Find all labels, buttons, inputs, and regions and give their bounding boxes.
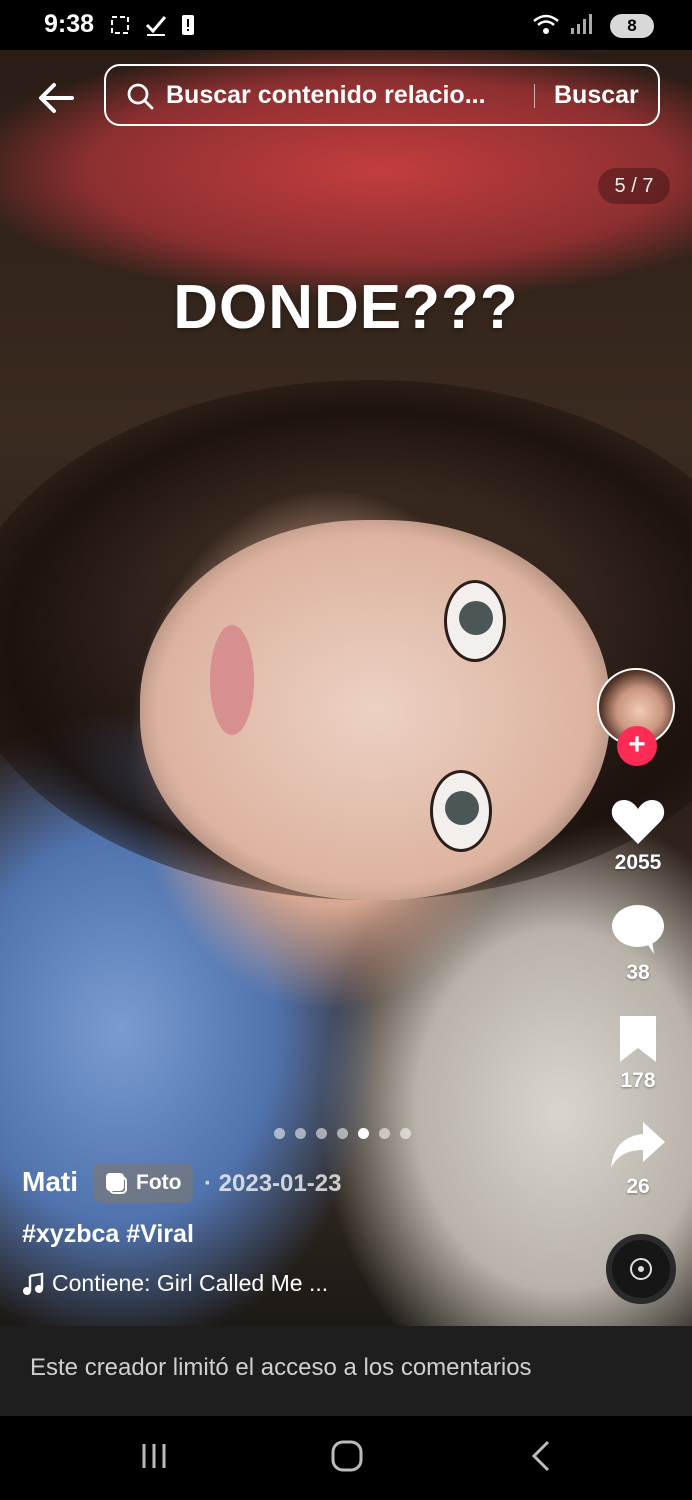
pagination-dot (400, 1128, 411, 1139)
photo-pagination (274, 1128, 411, 1139)
search-icon (127, 83, 154, 110)
comments-notice-text: Este creador limitó el acceso a los come… (30, 1354, 532, 1381)
pagination-dot (337, 1128, 348, 1139)
music-title: Contiene: Girl Called Me ... (52, 1270, 329, 1296)
bookmark-icon (620, 1016, 656, 1062)
share-action[interactable]: 26 (598, 1120, 678, 1199)
comment-count: 38 (626, 961, 650, 984)
battery-indicator: 8 (610, 14, 654, 38)
search-input[interactable]: Buscar contenido relacio... (166, 81, 486, 110)
back-nav-button[interactable] (524, 1438, 560, 1479)
post-overlay-text: DONDE??? (173, 273, 519, 342)
photo-mode-icon (106, 1173, 127, 1194)
recent-apps-icon (142, 1444, 166, 1468)
search-bar[interactable]: Buscar contenido relacio... Buscar (104, 64, 660, 126)
recent-apps-button[interactable] (136, 1438, 172, 1479)
music-notes-icon (630, 1258, 652, 1280)
share-count: 26 (626, 1175, 650, 1198)
home-button[interactable] (329, 1438, 365, 1479)
check-icon (145, 16, 167, 36)
like-action[interactable]: 2055 (598, 796, 678, 875)
status-bar: 9:38 8 (0, 0, 692, 50)
follow-button[interactable]: + (617, 726, 657, 766)
author-name[interactable]: Mati (22, 1166, 78, 1198)
chevron-left-icon (531, 1440, 550, 1472)
arrow-left-icon (39, 83, 74, 113)
pagination-dot (274, 1128, 285, 1139)
share-icon (611, 1122, 665, 1168)
like-count: 2055 (614, 851, 662, 874)
photo-counter: 5 / 7 (598, 168, 670, 204)
post-type-badge: Foto (94, 1163, 194, 1203)
alert-icon (182, 15, 194, 35)
screenshot-icon (111, 16, 129, 34)
photo-lips (210, 625, 254, 735)
save-count: 178 (620, 1069, 656, 1092)
comment-icon (612, 905, 664, 954)
status-icons-left (108, 13, 196, 37)
save-action[interactable]: 178 (598, 1014, 678, 1093)
status-time: 9:38 (44, 10, 95, 38)
back-button[interactable] (32, 74, 80, 122)
pagination-dot (295, 1128, 306, 1139)
home-icon (331, 1440, 363, 1472)
post-date: · 2023-01-23 (204, 1170, 342, 1197)
comments-notice-bar: Este creador limitó el acceso a los come… (0, 1326, 692, 1416)
post-type-label: Foto (136, 1171, 182, 1194)
pagination-dot (358, 1128, 369, 1139)
music-disc[interactable] (606, 1234, 676, 1304)
photo-eye-upper (444, 580, 506, 662)
search-divider (534, 84, 535, 108)
comment-action[interactable]: 38 (598, 904, 678, 985)
music-info[interactable]: Contiene: Girl Called Me ... (22, 1270, 328, 1297)
photo-eye-lower (430, 770, 492, 852)
pagination-dot (379, 1128, 390, 1139)
signal-icon (571, 14, 592, 34)
system-nav-bar (0, 1416, 692, 1500)
pagination-dot (316, 1128, 327, 1139)
heart-icon (611, 800, 665, 844)
search-button[interactable]: Buscar (554, 81, 639, 110)
status-icons-right (532, 12, 592, 36)
music-note-icon (23, 1272, 44, 1295)
photo-face (140, 520, 610, 900)
wifi-icon (533, 14, 559, 34)
post-hashtags[interactable]: #xyzbca #Viral (22, 1220, 194, 1249)
